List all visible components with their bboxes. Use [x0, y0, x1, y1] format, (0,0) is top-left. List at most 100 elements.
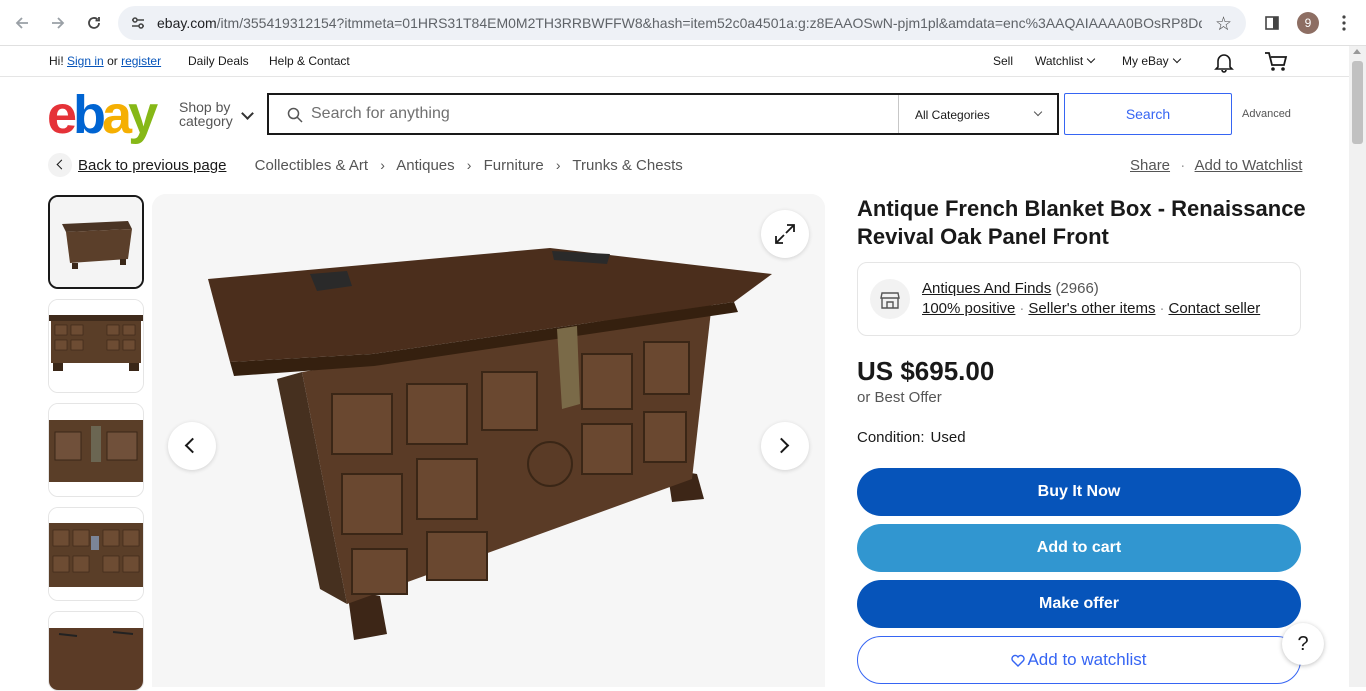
advanced-search-link[interactable]: Advanced — [1242, 108, 1291, 120]
sign-in-link[interactable]: Sign in — [67, 54, 104, 68]
browser-toolbar: ebay.com/itm/355419312154?itmmeta=01HRS3… — [0, 0, 1366, 46]
chest-front-thumbnail-image — [49, 300, 143, 392]
chest-thumbnail-image — [50, 197, 142, 287]
daily-deals-link[interactable]: Daily Deals — [188, 54, 249, 68]
expand-image-button[interactable] — [761, 210, 809, 258]
add-to-watchlist-label: Add to watchlist — [1027, 650, 1147, 669]
sell-link[interactable]: Sell — [993, 54, 1013, 68]
shop-by-line1: Shop by — [179, 99, 231, 115]
contact-seller-link[interactable]: Contact seller — [1168, 300, 1260, 317]
add-to-watchlist-button[interactable]: Add to watchlist — [857, 636, 1301, 684]
notification-bell-icon[interactable] — [1213, 51, 1235, 76]
chevron-down-icon — [241, 107, 254, 120]
watchlist-label: Watchlist — [1035, 54, 1084, 68]
condition-value: Used — [930, 429, 966, 446]
scrollbar-thumb[interactable] — [1352, 61, 1363, 144]
breadcrumb-item[interactable]: Antiques — [396, 157, 454, 174]
chevron-right-icon — [773, 437, 790, 454]
share-link[interactable]: Share — [1130, 157, 1170, 174]
chevron-left-icon — [184, 437, 201, 454]
chevron-down-icon — [1086, 54, 1096, 64]
breadcrumb-item[interactable]: Furniture — [484, 157, 544, 174]
greeting: Hi! Sign in or register — [49, 54, 161, 68]
main-product-image[interactable] — [152, 194, 825, 687]
sellers-other-items-link[interactable]: Seller's other items — [1028, 300, 1155, 317]
forward-arrow-icon[interactable] — [46, 11, 70, 35]
breadcrumb-item[interactable]: Trunks & Chests — [572, 157, 682, 174]
site-settings-icon[interactable] — [130, 15, 146, 31]
add-to-watchlist-link[interactable]: Add to Watchlist — [1195, 157, 1303, 174]
my-ebay-menu[interactable]: My eBay — [1122, 54, 1181, 68]
previous-image-button[interactable] — [168, 422, 216, 470]
seller-feedback-count: (2966) — [1055, 280, 1099, 297]
share-links: Share · Add to Watchlist — [1130, 157, 1302, 174]
scroll-up-arrow[interactable] — [1353, 49, 1361, 54]
breadcrumb-item[interactable]: Collectibles & Art — [255, 157, 368, 174]
back-to-previous-link[interactable]: Back to previous page — [78, 157, 226, 174]
chevron-down-icon — [1172, 54, 1181, 64]
watchlist-menu[interactable]: Watchlist — [1035, 54, 1096, 68]
separator-dot: · — [1019, 300, 1025, 317]
search-icon — [287, 107, 303, 123]
search-bar: Search for anything All Categories — [267, 93, 1059, 135]
condition: Condition: Used — [857, 429, 966, 446]
thumbnail-5[interactable] — [48, 611, 144, 691]
menu-dots-icon[interactable] — [1332, 11, 1356, 35]
search-input[interactable]: Search for anything — [311, 105, 450, 123]
back-button[interactable] — [48, 153, 72, 177]
make-offer-button[interactable]: Make offer — [857, 580, 1301, 628]
separator-dot: · — [1159, 300, 1165, 317]
help-contact-link[interactable]: Help & Contact — [269, 54, 350, 68]
expand-icon — [775, 224, 795, 244]
positive-feedback-link[interactable]: 100% positive — [922, 300, 1015, 317]
chevron-right-icon: › — [555, 157, 561, 173]
condition-label: Condition: — [857, 429, 925, 446]
url-text: ebay.com/itm/355419312154?itmmeta=01HRS3… — [157, 15, 1202, 31]
profile-avatar[interactable]: 9 — [1297, 12, 1319, 34]
register-link[interactable]: register — [121, 54, 161, 68]
thumbnail-2[interactable] — [48, 299, 144, 393]
help-button[interactable]: ? — [1282, 623, 1324, 665]
chest-lock-detail-image — [49, 404, 143, 496]
buy-it-now-button[interactable]: Buy It Now — [857, 468, 1301, 516]
seller-card: Antiques And Finds (2966) 100% positive ·… — [857, 262, 1301, 336]
chevron-left-icon — [56, 159, 67, 170]
blanket-box-image — [152, 194, 825, 687]
search-button[interactable]: Search — [1064, 93, 1232, 135]
category-label: All Categories — [915, 108, 990, 122]
my-ebay-label: My eBay — [1122, 54, 1169, 68]
back-arrow-icon[interactable] — [10, 11, 34, 35]
chevron-right-icon: › — [466, 157, 472, 173]
ebay-logo[interactable]: ebay — [47, 88, 158, 142]
item-price: US $695.00 — [857, 356, 995, 386]
shop-by-category[interactable]: Shop by category — [179, 100, 233, 128]
thumbnail-4[interactable] — [48, 507, 144, 601]
side-panel-icon[interactable] — [1260, 11, 1284, 35]
store-icon — [870, 279, 910, 319]
next-image-button[interactable] — [761, 422, 809, 470]
listing-title: Antique French Blanket Box - Renaissance… — [857, 196, 1306, 249]
shop-by-line2: category — [179, 113, 233, 129]
seller-name-link[interactable]: Antiques And Finds — [922, 280, 1051, 297]
or-text: or — [107, 54, 118, 68]
reload-icon[interactable] — [82, 11, 106, 35]
breadcrumb: Back to previous page Collectibles & Art… — [78, 157, 683, 174]
greeting-text: Hi! — [49, 54, 64, 68]
chest-panels-image — [49, 508, 143, 600]
ebay-top-nav: Hi! Sign in or register Daily Deals Help… — [0, 46, 1349, 77]
thumbnail-3[interactable] — [48, 403, 144, 497]
bookmark-star-icon[interactable]: ☆ — [1215, 13, 1232, 36]
address-bar[interactable]: ebay.com/itm/355419312154?itmmeta=01HRS3… — [118, 6, 1246, 40]
chest-top-image — [49, 612, 143, 690]
best-offer-text: or Best Offer — [857, 389, 942, 406]
thumbnail-1[interactable] — [48, 195, 144, 289]
add-to-cart-button[interactable]: Add to cart — [857, 524, 1301, 572]
separator-dot: · — [1180, 157, 1186, 174]
seller-name: Antiques And Finds (2966) — [922, 280, 1099, 297]
seller-links: 100% positive · Seller's other items · Conta… — [922, 300, 1260, 317]
chevron-down-icon — [1033, 107, 1043, 117]
category-select[interactable]: All Categories — [898, 95, 1059, 133]
chevron-right-icon: › — [380, 157, 385, 173]
breadcrumb-separator — [239, 157, 243, 173]
cart-icon[interactable] — [1264, 51, 1288, 76]
